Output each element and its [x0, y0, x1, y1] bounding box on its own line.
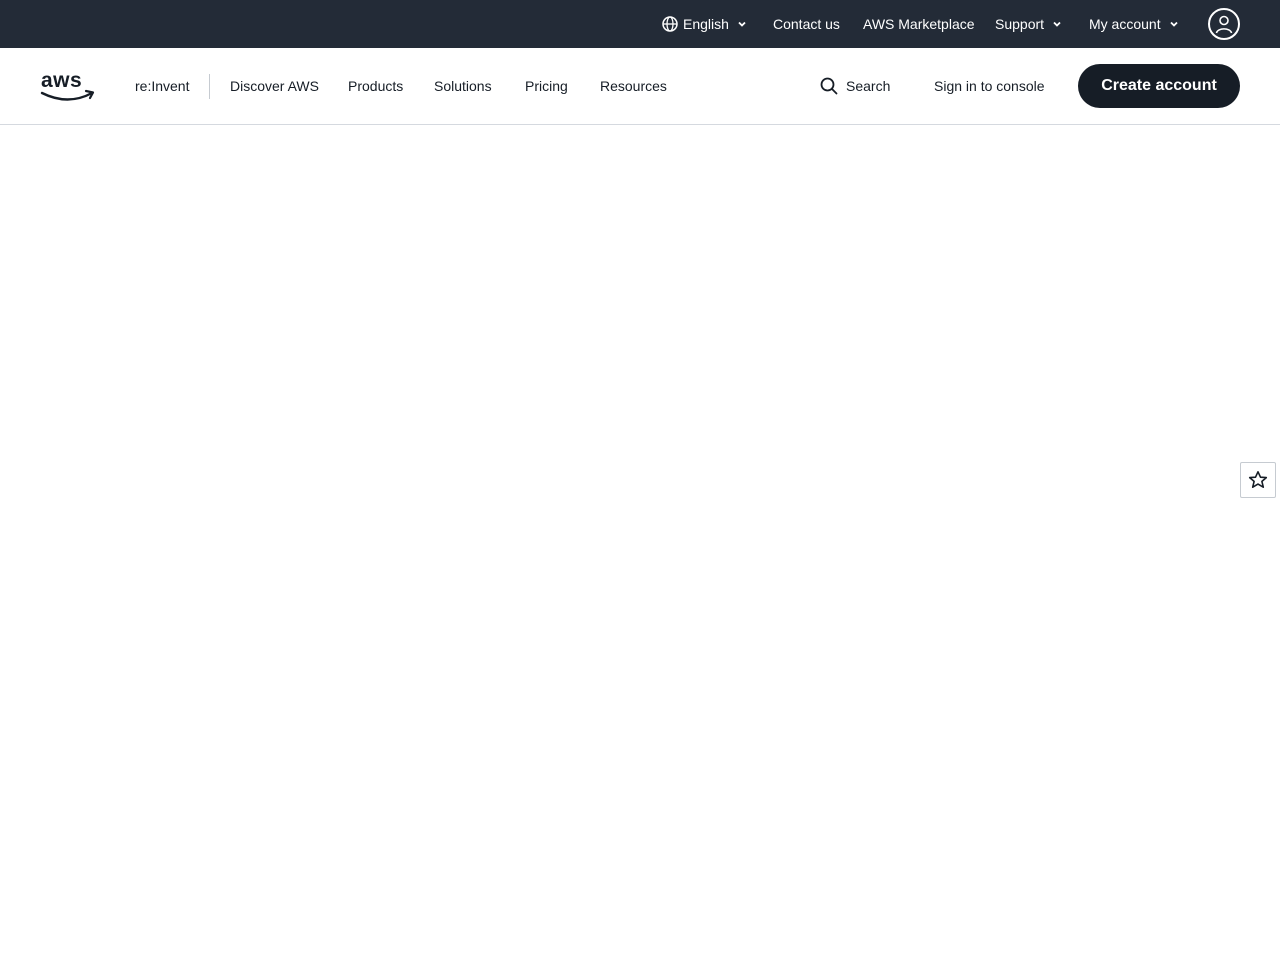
- chevron-down-icon: [738, 21, 746, 27]
- utility-bar: English Contact us AWS Marketplace Suppo…: [0, 0, 1280, 48]
- chevron-down-icon: [1053, 21, 1061, 27]
- star-icon: [1248, 470, 1268, 489]
- user-icon: [1215, 15, 1233, 34]
- nav-item-discover-aws[interactable]: Discover AWS: [230, 48, 319, 124]
- favorite-button[interactable]: [1240, 462, 1276, 498]
- globe-icon: [662, 16, 678, 32]
- aws-logo-icon[interactable]: aws: [40, 68, 96, 104]
- language-selector[interactable]: English: [662, 0, 747, 48]
- nav-item-solutions[interactable]: Solutions: [434, 48, 492, 124]
- search-label: Search: [846, 78, 891, 94]
- nav-item-products[interactable]: Products: [348, 48, 403, 124]
- language-label: English: [683, 16, 729, 32]
- support-label: Support: [995, 16, 1045, 32]
- nav-divider: [209, 74, 210, 99]
- create-account-button[interactable]: Create account: [1078, 64, 1240, 108]
- aws-marketplace-link[interactable]: AWS Marketplace: [863, 0, 975, 48]
- user-profile-button[interactable]: [1208, 8, 1240, 40]
- my-account-label: My account: [1089, 16, 1161, 32]
- nav-item-reinvent[interactable]: re:Invent: [135, 48, 189, 124]
- search-icon: [820, 77, 838, 95]
- support-menu[interactable]: Support: [995, 0, 1062, 48]
- contact-us-link[interactable]: Contact us: [773, 0, 840, 48]
- sign-in-console-link[interactable]: Sign in to console: [934, 48, 1045, 124]
- nav-item-resources[interactable]: Resources: [600, 48, 667, 124]
- nav-item-pricing[interactable]: Pricing: [525, 48, 568, 124]
- search-button[interactable]: Search: [820, 48, 890, 124]
- main-nav: aws re:Invent Discover AWS Products Solu…: [0, 48, 1280, 125]
- chevron-down-icon: [1169, 21, 1178, 27]
- svg-text:aws: aws: [41, 69, 82, 92]
- my-account-menu[interactable]: My account: [1089, 0, 1179, 48]
